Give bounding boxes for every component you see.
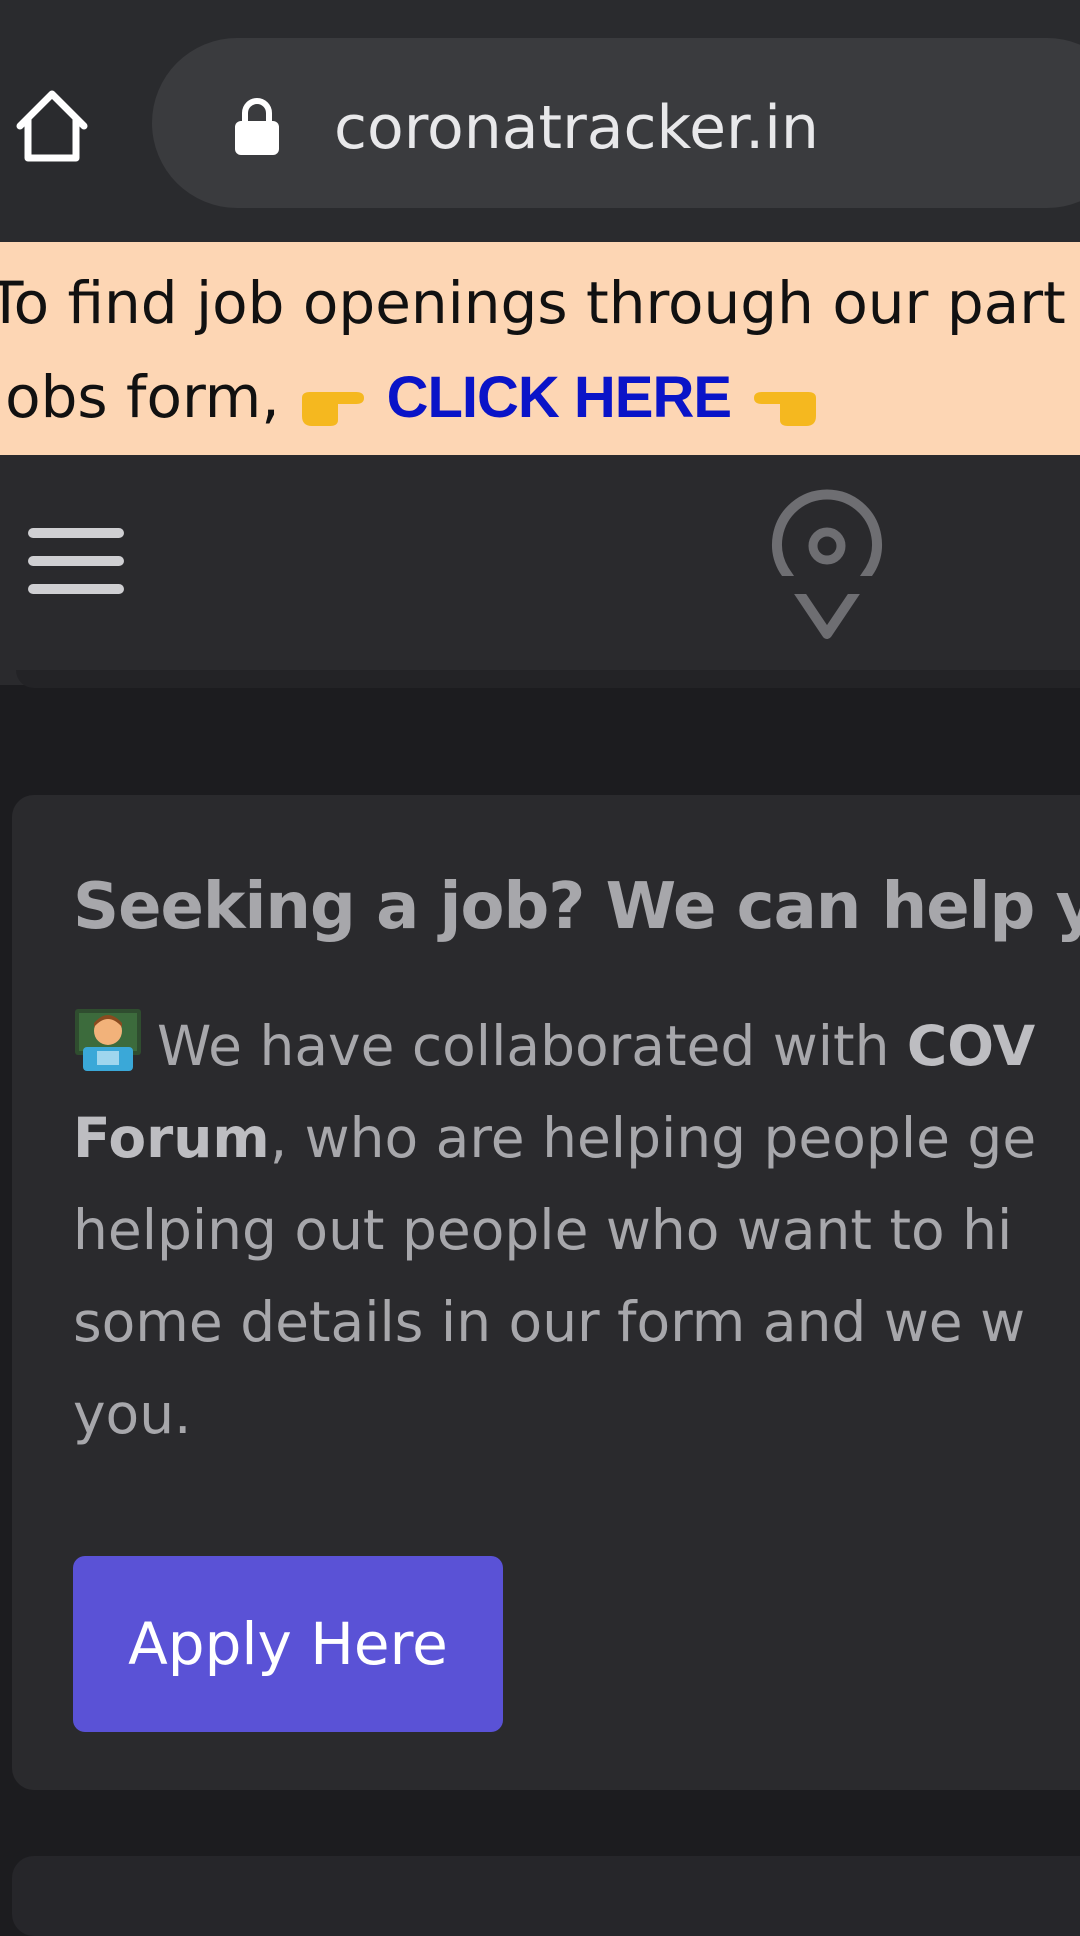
home-icon bbox=[16, 90, 88, 162]
lock-icon bbox=[235, 98, 279, 155]
banner-text-line1: To find job openings through our part bbox=[0, 269, 1066, 337]
apply-here-button[interactable]: Apply Here bbox=[73, 1556, 503, 1732]
card-description: We have collaborated with COV Forum, who… bbox=[73, 1000, 1080, 1460]
description-line2-bold: Forum bbox=[73, 1106, 270, 1170]
description-line1-text: We have collaborated with bbox=[157, 1014, 907, 1078]
menu-icon[interactable] bbox=[28, 524, 124, 598]
description-line2-text: , who are helping people ge bbox=[269, 1106, 1037, 1170]
menu-bar-top bbox=[28, 528, 124, 538]
description-line4: some details in our form and we w bbox=[73, 1290, 1026, 1354]
job-banner: To find job openings through our part Jo… bbox=[0, 242, 1080, 455]
click-here-link[interactable]: CLICK HERE bbox=[387, 365, 732, 430]
hand-pointing-left-icon bbox=[750, 366, 820, 436]
technologist-emoji-icon bbox=[75, 1009, 141, 1071]
menu-bar-bottom bbox=[28, 584, 124, 594]
banner-text-prefix: Jobs form, bbox=[0, 363, 280, 431]
site-header bbox=[0, 455, 1080, 685]
description-line5: you. bbox=[73, 1382, 192, 1446]
description-line2: Forum, who are helping people ge bbox=[73, 1092, 1080, 1184]
description-line1: We have collaborated with COV bbox=[73, 1000, 1080, 1092]
description-line1-bold: COV bbox=[906, 1014, 1036, 1078]
banner-text-line2: Jobs form, CLICK HERE bbox=[0, 362, 820, 436]
card-title: Seeking a job? We can help y bbox=[73, 870, 1080, 944]
home-button[interactable] bbox=[10, 82, 94, 166]
header-shadow bbox=[16, 670, 1080, 688]
menu-bar-middle bbox=[28, 556, 124, 566]
description-line3: helping out people who want to hi bbox=[73, 1198, 1013, 1262]
next-card bbox=[12, 1856, 1080, 1936]
location-pin-icon[interactable] bbox=[770, 484, 884, 640]
url-text[interactable]: coronatracker.in bbox=[334, 92, 819, 164]
hand-pointing-right-icon bbox=[298, 366, 368, 436]
